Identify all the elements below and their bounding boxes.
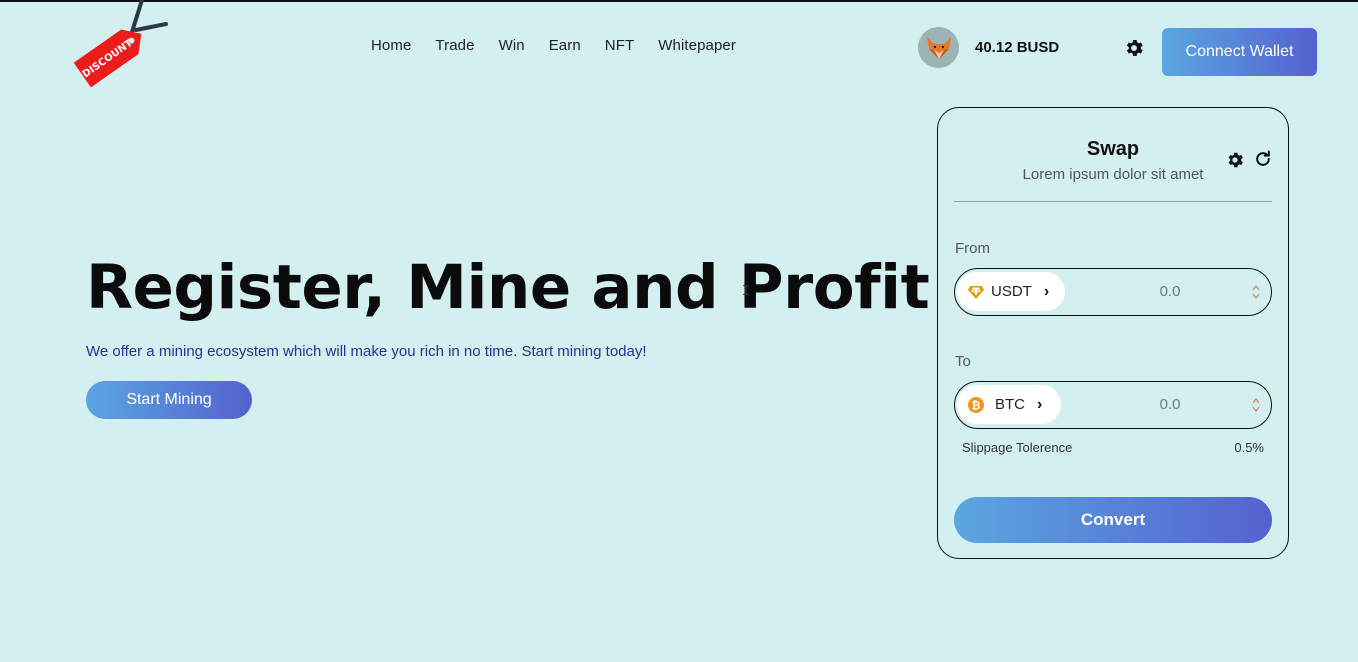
from-field: USDT ›	[954, 268, 1272, 316]
to-token-selector[interactable]: ₿ BTC ›	[957, 385, 1061, 424]
from-token-selector[interactable]: USDT ›	[957, 272, 1065, 311]
nav-nft[interactable]: NFT	[605, 37, 634, 54]
main-nav: Home Trade Win Earn NFT Whitepaper	[371, 37, 736, 54]
svg-text:₿: ₿	[972, 399, 981, 412]
slippage-label: Slippage Tolerence	[962, 440, 1073, 455]
text-cursor-icon: I	[742, 284, 750, 299]
nav-win[interactable]: Win	[499, 37, 525, 54]
fox-icon	[926, 36, 951, 59]
swap-divider	[954, 201, 1272, 202]
nav-earn[interactable]: Earn	[549, 37, 581, 54]
to-amount-stepper[interactable]	[1251, 395, 1261, 415]
refresh-icon[interactable]	[1253, 149, 1273, 169]
to-amount-input[interactable]	[1105, 382, 1235, 427]
gear-icon[interactable]	[1123, 37, 1145, 59]
chevron-right-icon: ›	[1037, 395, 1043, 413]
from-token-name: USDT	[991, 283, 1032, 300]
from-amount-stepper[interactable]	[1251, 282, 1261, 302]
to-token-name: BTC	[995, 396, 1025, 413]
bitcoin-icon: ₿	[968, 396, 984, 413]
convert-button[interactable]: Convert	[954, 497, 1272, 543]
nav-trade[interactable]: Trade	[435, 37, 474, 54]
swap-card: Swap Lorem ipsum dolor sit amet From USD…	[937, 107, 1289, 559]
to-label: To	[955, 353, 971, 370]
to-field: ₿ BTC ›	[954, 381, 1272, 429]
top-border	[0, 0, 1358, 2]
nav-home[interactable]: Home	[371, 37, 411, 54]
connect-wallet-button[interactable]: Connect Wallet	[1162, 28, 1317, 76]
start-mining-button[interactable]: Start Mining	[86, 381, 252, 419]
wallet-balance: 40.12 BUSD	[975, 39, 1060, 56]
hero-title: Register, Mine and Profit	[86, 252, 930, 323]
from-amount-input[interactable]	[1105, 269, 1235, 314]
avatar[interactable]	[918, 27, 959, 68]
discount-tag-logo[interactable]: DISCOUNT	[66, 0, 176, 92]
tether-icon	[968, 285, 984, 299]
chevron-right-icon: ›	[1043, 282, 1050, 300]
swap-settings-gear-icon[interactable]	[1225, 150, 1245, 170]
nav-whitepaper[interactable]: Whitepaper	[658, 37, 736, 54]
hero-subtitle: We offer a mining ecosystem which will m…	[86, 343, 647, 360]
slippage-value: 0.5%	[1234, 440, 1264, 455]
from-label: From	[955, 240, 990, 257]
